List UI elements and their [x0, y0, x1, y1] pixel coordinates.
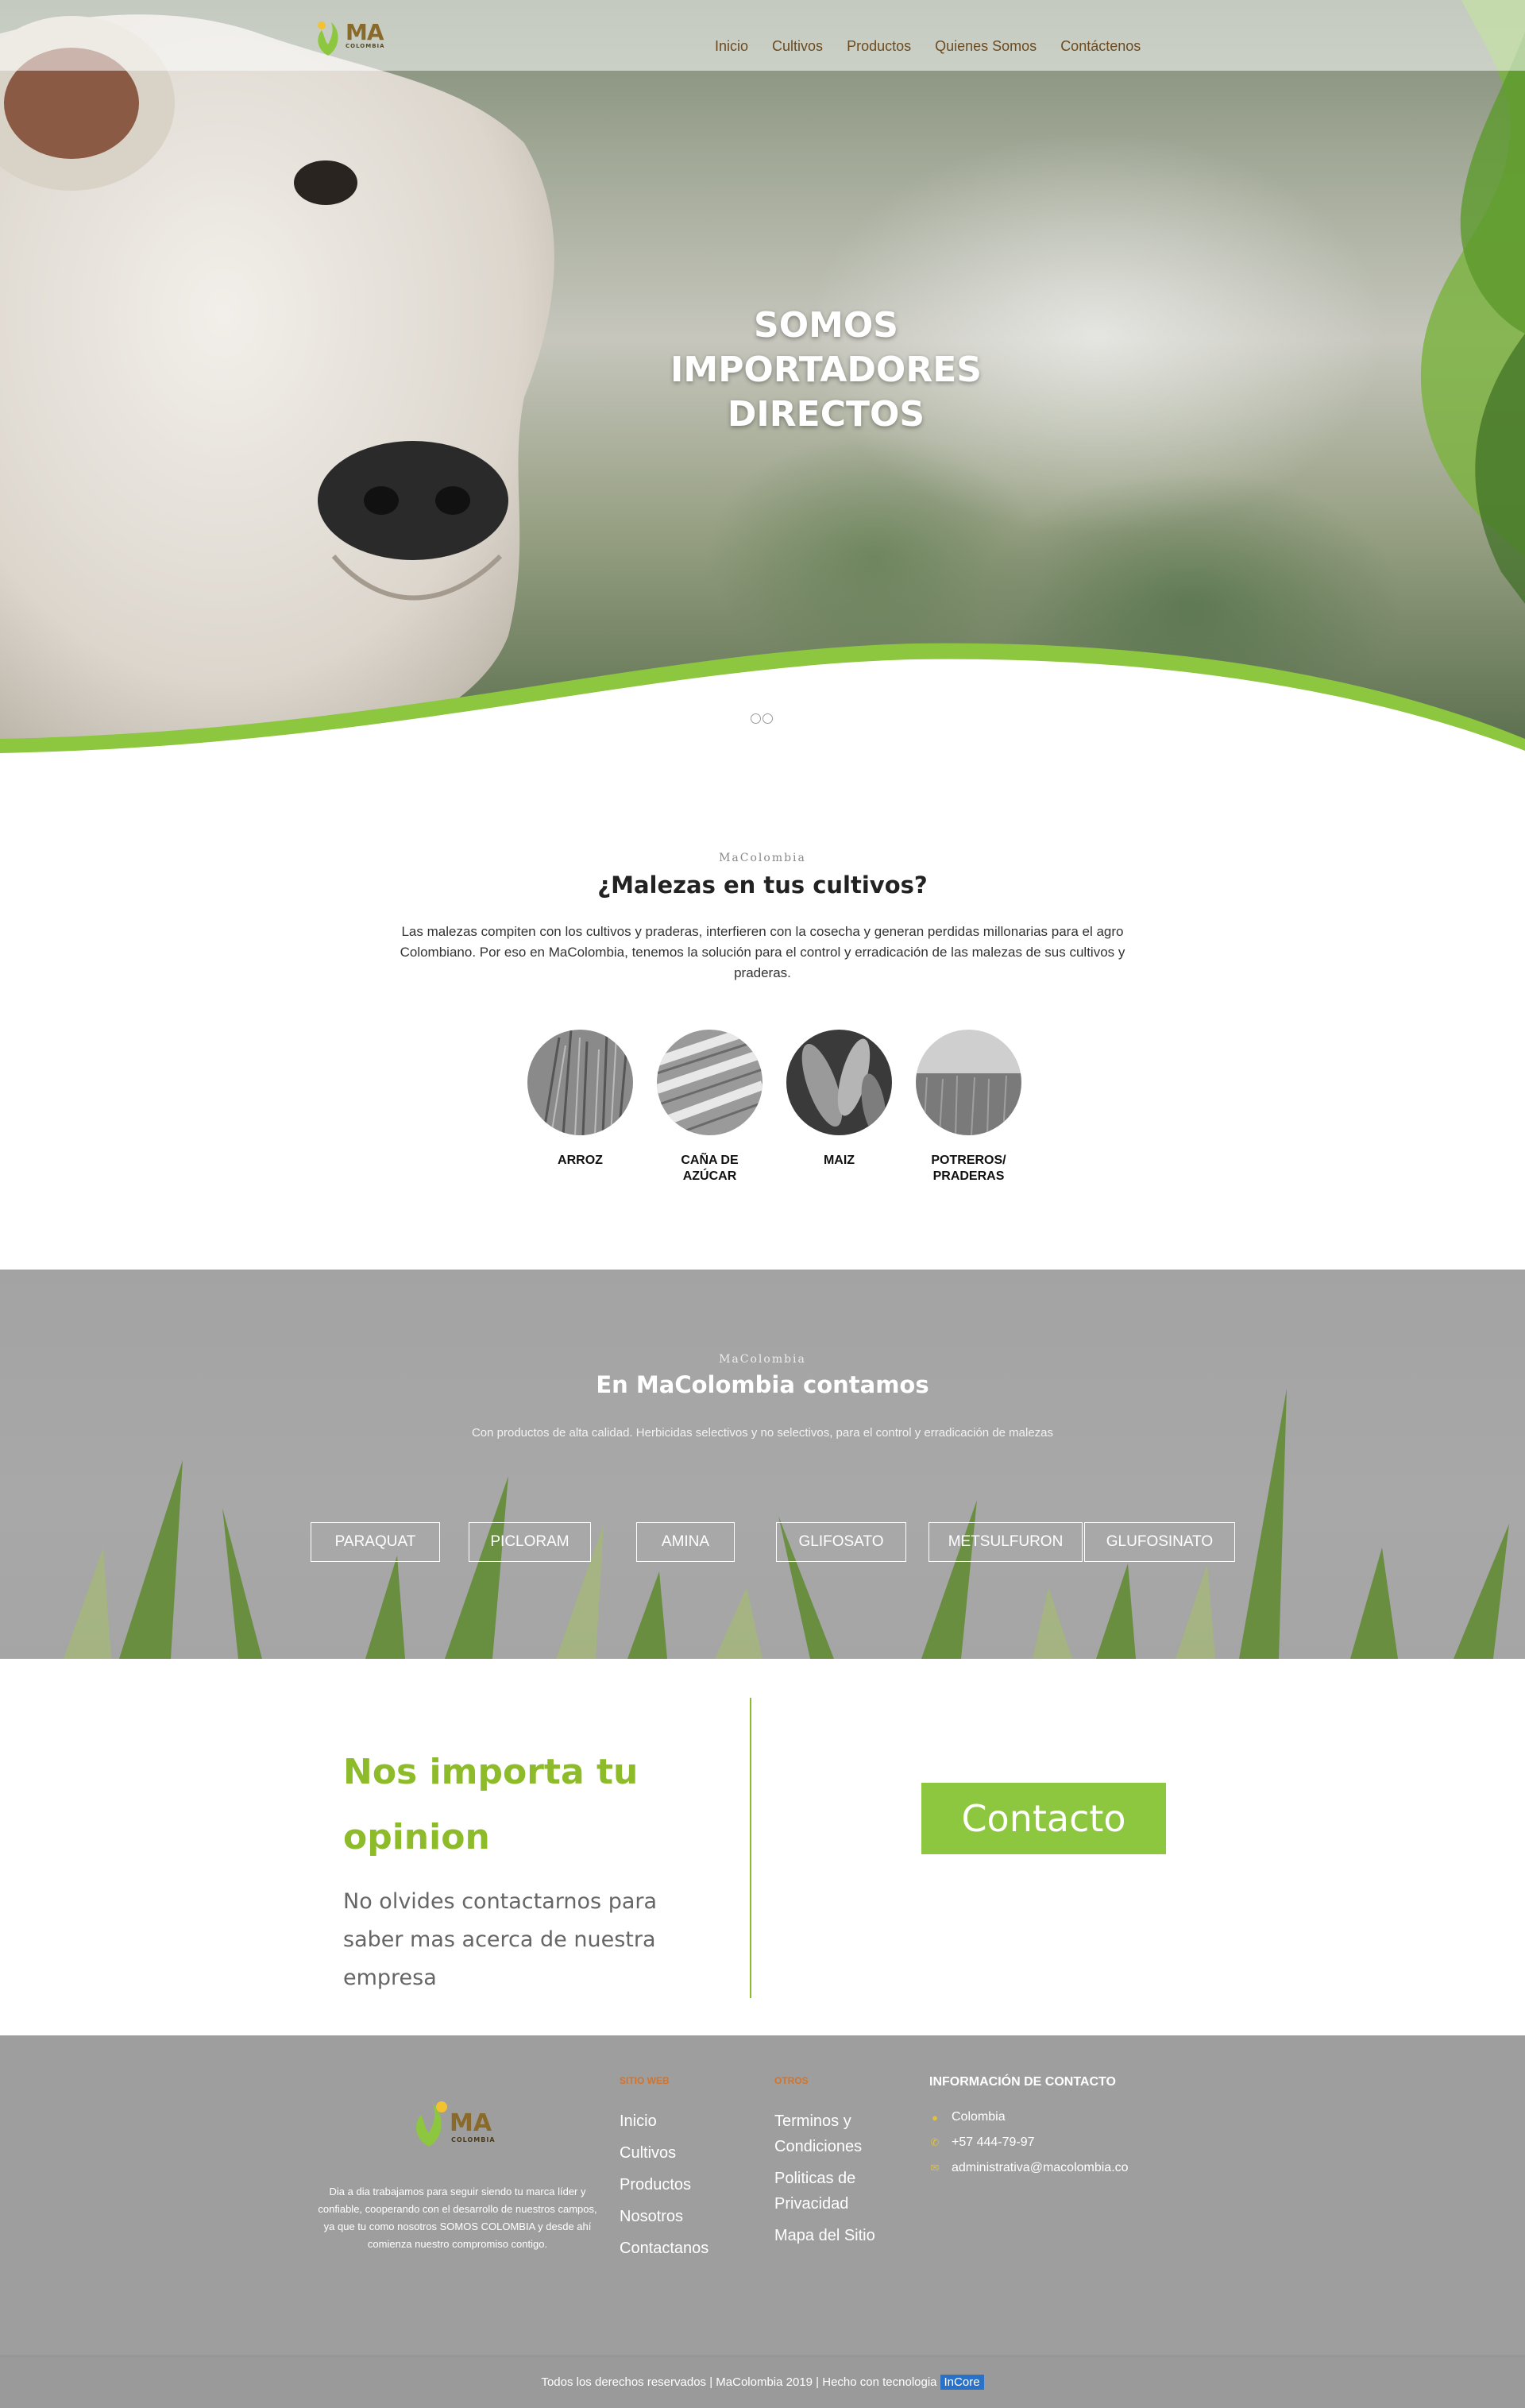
- phone-icon: ✆: [930, 2136, 940, 2148]
- hero-title: SOMOS IMPORTADORES DIRECTOS: [604, 303, 1048, 437]
- contact-phone-text: +57 444-79-97: [952, 2136, 1035, 2149]
- footer: MA COLOMBIA Dia a dia trabajamos para se…: [0, 2035, 1525, 2356]
- footer-link-inicio[interactable]: Inicio: [620, 2108, 708, 2134]
- footer-link-nosotros[interactable]: Nosotros: [620, 2204, 708, 2229]
- crop-label: POTREROS/ PRADERAS: [931, 1154, 1006, 1183]
- crop-image: [527, 1029, 633, 1136]
- product-button-amina[interactable]: AMINA: [636, 1522, 735, 1562]
- footer-site-column: SITIO WEB Inicio Cultivos Productos Noso…: [620, 2075, 708, 2267]
- productos-text: Con productos de alta calidad. Herbicida…: [471, 1426, 1054, 1440]
- crop-label: ARROZ: [558, 1154, 603, 1167]
- slider-dots: [751, 713, 773, 724]
- product-button-picloram[interactable]: PICLORAM: [469, 1522, 591, 1562]
- copyright-text: Todos los derechos reservados | MaColomb…: [541, 2375, 937, 2389]
- logo-subtext: COLOMBIA: [346, 43, 385, 49]
- crop-cana[interactable]: CAÑA DE AZÚCAR: [655, 1025, 765, 1185]
- crop-maiz[interactable]: MAIZ: [786, 1030, 892, 1185]
- envelope-icon: ✉: [930, 2162, 940, 2174]
- leaf-logo-icon: MA COLOMBIA: [416, 2101, 496, 2147]
- footer-about: Dia a dia trabajamos para seguir siendo …: [318, 2186, 597, 2250]
- section-label: MaColombia: [719, 1353, 806, 1366]
- contact-location: ● Colombia: [929, 2110, 1129, 2124]
- section-label: MaColombia: [719, 852, 806, 864]
- crop-label: CAÑA DE AZÚCAR: [681, 1154, 739, 1183]
- footer-others-column: OTROS Terminos y Condiciones Politicas d…: [774, 2075, 894, 2255]
- hero-title-line: SOMOS: [754, 305, 898, 346]
- footer-link-mapa[interactable]: Mapa del Sitio: [774, 2223, 894, 2248]
- footer-heading: OTROS: [774, 2075, 809, 2086]
- nav-contactenos[interactable]: Contáctenos: [1060, 38, 1141, 55]
- footer-link-contactanos[interactable]: Contactanos: [620, 2236, 708, 2261]
- product-button-paraquat[interactable]: PARAQUAT: [311, 1522, 440, 1562]
- malezas-text: Las malezas compiten con los cultivos y …: [400, 924, 1125, 980]
- footer-link-productos[interactable]: Productos: [620, 2172, 708, 2197]
- location-pin-icon: ●: [932, 2111, 938, 2124]
- footer-logo-text: MA: [450, 2109, 492, 2137]
- hero-wave: [0, 643, 1525, 755]
- footer-logo[interactable]: MA COLOMBIA: [411, 2099, 507, 2150]
- main-nav: Inicio Cultivos Productos Quienes Somos …: [715, 38, 1141, 55]
- opinion-title: Nos importa tu opinion: [343, 1752, 639, 1857]
- leaf-logo-icon: [318, 21, 338, 56]
- footer-link-terminos[interactable]: Terminos y Condiciones: [774, 2108, 894, 2159]
- footer-heading: SITIO WEB: [620, 2075, 670, 2086]
- product-button-glufosinato[interactable]: GLUFOSINATO: [1084, 1522, 1235, 1562]
- slider-dot[interactable]: [751, 713, 761, 724]
- hero-title-line: IMPORTADORES: [670, 350, 982, 390]
- product-button-glifosato[interactable]: GLIFOSATO: [776, 1522, 906, 1562]
- crops-list: ARROZ CAÑA DE AZÚCAR MAIZ POTREROS/ PRAD…: [527, 1025, 1021, 1185]
- contact-phone[interactable]: ✆ +57 444-79-97: [929, 2136, 1129, 2150]
- slider-dot[interactable]: [762, 713, 773, 724]
- products-list: PARAQUAT PICLORAM AMINA GLIFOSATO METSUL…: [0, 1522, 1525, 1562]
- productos-section: MaColombia En MaColombia contamos Con pr…: [0, 1270, 1525, 1659]
- contact-button[interactable]: Contacto: [921, 1783, 1166, 1854]
- hero-title-line: DIRECTOS: [727, 394, 925, 435]
- malezas-title: ¿Malezas en tus cultivos?: [597, 872, 928, 899]
- opinion-text: No olvides contactarnos para saber mas a…: [343, 1889, 658, 1990]
- nav-quienes-somos[interactable]: Quienes Somos: [935, 38, 1037, 55]
- productos-title: En MaColombia contamos: [596, 1371, 929, 1398]
- contact-email[interactable]: ✉ administrativa@macolombia.co: [929, 2161, 1129, 2175]
- site-logo[interactable]: MA COLOMBIA: [314, 14, 393, 59]
- divider: [750, 1698, 751, 1998]
- nav-productos[interactable]: Productos: [847, 38, 911, 55]
- logo-text: MA: [346, 19, 384, 45]
- crop-arroz[interactable]: ARROZ: [527, 1029, 633, 1185]
- hero-banner: MA COLOMBIA Inicio Cultivos Productos Qu…: [0, 0, 1525, 755]
- contact-email-text: administrativa@macolombia.co: [952, 2161, 1129, 2174]
- crop-potreros[interactable]: POTREROS/ PRADERAS: [916, 1030, 1021, 1185]
- footer-link-politicas[interactable]: Politicas de Privacidad: [774, 2166, 894, 2217]
- crop-image: [916, 1030, 1021, 1136]
- copyright-bar: Todos los derechos reservados | MaColomb…: [0, 2356, 1525, 2408]
- footer-contact-column: INFORMACIÓN DE CONTACTO ● Colombia ✆ +57…: [929, 2075, 1129, 2186]
- footer-heading: INFORMACIÓN DE CONTACTO: [929, 2075, 1116, 2089]
- crop-label: MAIZ: [823, 1154, 855, 1167]
- footer-link-cultivos[interactable]: Cultivos: [620, 2140, 708, 2166]
- nav-inicio[interactable]: Inicio: [715, 38, 748, 55]
- top-navigation-bar: [0, 0, 1525, 71]
- crop-image: [655, 1025, 765, 1137]
- svg-text:COLOMBIA: COLOMBIA: [451, 2136, 496, 2143]
- nav-cultivos[interactable]: Cultivos: [772, 38, 823, 55]
- product-button-metsulfuron[interactable]: METSULFURON: [929, 1522, 1083, 1562]
- crop-image: [786, 1030, 892, 1137]
- contact-location-text: Colombia: [952, 2110, 1006, 2124]
- incore-link[interactable]: InCore: [940, 2375, 984, 2390]
